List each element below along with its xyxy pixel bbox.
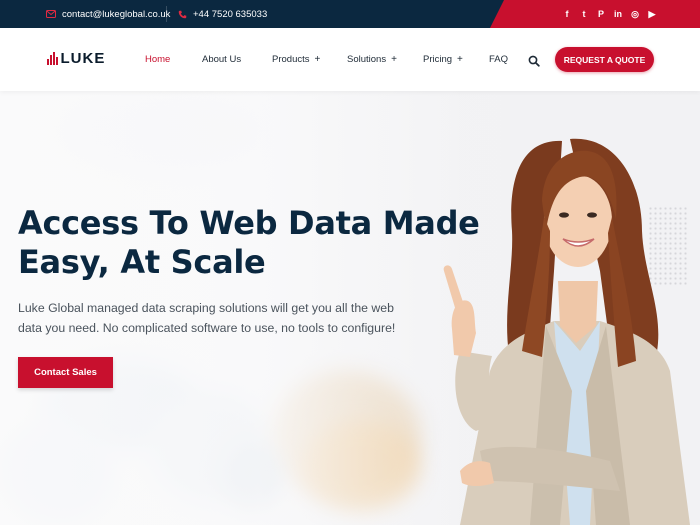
nav-about-us-label: About Us: [202, 54, 242, 65]
hero-subtitle-line-1: Luke Global managed data scraping soluti…: [18, 301, 394, 315]
mail-icon: [46, 10, 56, 18]
contact-email-text: contact@lukeglobal.co.uk: [62, 8, 171, 20]
nav-solutions-label: Solutions: [347, 54, 387, 65]
contact-sales-button[interactable]: Contact Sales: [18, 357, 113, 388]
nav-solutions[interactable]: Solutions +: [347, 54, 397, 65]
logo-text: LUKE: [60, 50, 106, 67]
logo-mark: [47, 52, 58, 65]
hero-subtitle: Luke Global managed data scraping soluti…: [18, 298, 418, 338]
nav-pricing-label: Pricing: [423, 54, 453, 65]
hero-subtitle-line-2: data you need. No complicated software t…: [18, 321, 396, 335]
nav-products-label: Products: [272, 54, 310, 65]
hero-title-line-2: Easy, At Scale: [18, 243, 266, 281]
nav-faq[interactable]: FAQ: [489, 54, 508, 65]
nav-faq-label: FAQ: [489, 54, 509, 65]
search-icon[interactable]: [528, 54, 540, 67]
linkedin-icon[interactable]: in: [614, 9, 622, 19]
facebook-icon[interactable]: f: [563, 9, 571, 19]
logo[interactable]: LUKE: [47, 50, 105, 67]
top-bar: contact@lukeglobal.co.uk +44 7520 635033…: [0, 0, 700, 28]
hero-woman-image: [443, 138, 690, 525]
main-navigation: LUKE Home About Us Products + Solutions + …: [0, 28, 700, 91]
hero-title-line-1: Access To Web Data Made: [18, 204, 480, 242]
nav-about-us[interactable]: About Us: [202, 54, 241, 65]
nav-pricing[interactable]: Pricing +: [423, 54, 463, 65]
plus-icon: +: [457, 54, 463, 65]
plus-icon: +: [391, 54, 397, 65]
contact-phone[interactable]: +44 7520 635033: [178, 0, 267, 28]
instagram-icon[interactable]: ◎: [631, 9, 639, 20]
topbar-divider: [166, 6, 167, 22]
nav-home[interactable]: Home: [145, 54, 170, 65]
contact-phone-text: +44 7520 635033: [193, 8, 268, 20]
hero-title: Access To Web Data Made Easy, At Scale: [18, 204, 488, 282]
hero-section: Access To Web Data Made Easy, At Scale L…: [0, 91, 700, 525]
nav-home-label: Home: [145, 54, 171, 65]
twitter-icon[interactable]: t: [580, 9, 588, 19]
youtube-icon[interactable]: ▶: [648, 9, 656, 20]
pinterest-icon[interactable]: P: [597, 9, 605, 19]
nav-products[interactable]: Products +: [272, 54, 320, 65]
social-links: f t P in ◎ ▶: [563, 0, 656, 28]
plus-icon: +: [314, 54, 321, 65]
phone-icon: [178, 10, 187, 19]
request-quote-button[interactable]: REQUEST A QUOTE: [555, 47, 654, 72]
contact-email[interactable]: contact@lukeglobal.co.uk: [46, 0, 170, 28]
